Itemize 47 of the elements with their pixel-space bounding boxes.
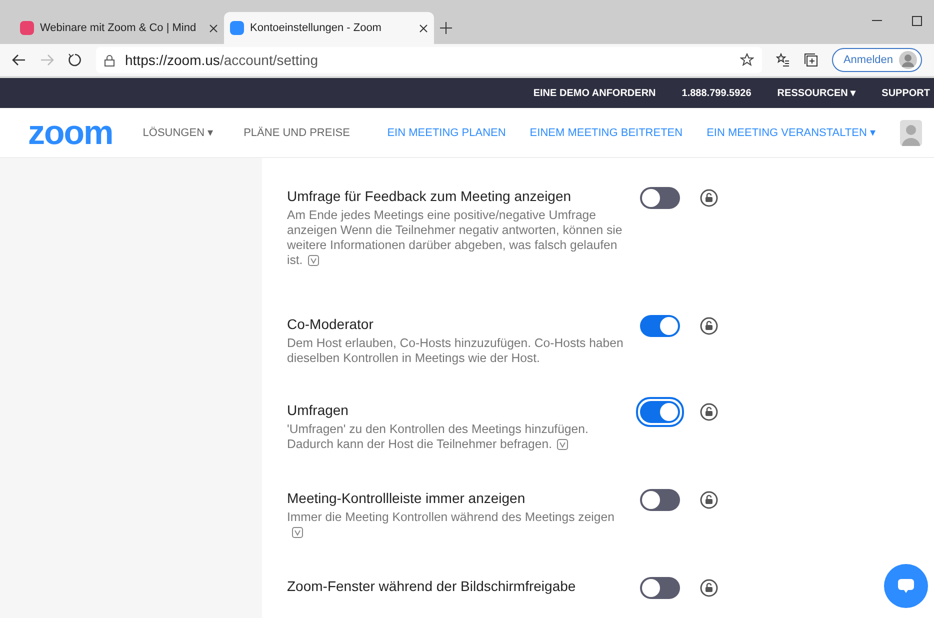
- address-field[interactable]: https://zoom.us/account/setting: [96, 47, 762, 73]
- minimize-icon[interactable]: [872, 20, 882, 22]
- info-icon[interactable]: [557, 439, 568, 450]
- setting-title: Meeting-Kontrollleiste immer anzeigen: [287, 490, 526, 506]
- setting-description: 'Umfragen' zu den Kontrollen des Meetings hinzufügen. Dadurch kann der Host die Teilnehmer befragen.: [287, 422, 590, 452]
- tab-favicon-icon: [20, 21, 34, 35]
- lock-icon[interactable]: [700, 403, 718, 421]
- toggle-switch[interactable]: [640, 315, 680, 337]
- setting-title: Umfrage für Feedback zum Meeting anzeigen: [287, 188, 572, 204]
- setting-description: Immer die Meeting Kontrollen während des Meetings zeigen: [287, 510, 627, 540]
- reload-icon[interactable]: [68, 53, 82, 67]
- setting-title: Zoom-Fenster während der Bildschirmfreigabe: [287, 578, 577, 594]
- setting-title: Co-Moderator: [287, 316, 374, 332]
- collections-icon[interactable]: [804, 53, 818, 67]
- tab-favicon-icon: [230, 21, 244, 35]
- close-icon[interactable]: [419, 24, 428, 32]
- top-nav-link[interactable]: 1.888.799.5926: [682, 88, 752, 98]
- browser-tab[interactable]: Kontoeinstellungen - Zoom: [224, 12, 434, 44]
- lock-icon: [104, 54, 115, 66]
- lock-icon[interactable]: [700, 579, 718, 597]
- favorites-icon[interactable]: [776, 53, 790, 67]
- top-nav-link[interactable]: RESSOURCEN ▾: [777, 87, 856, 99]
- chat-button[interactable]: [884, 564, 928, 608]
- sign-in-button[interactable]: Anmelden: [832, 48, 922, 72]
- setting-description: Dem Host erlauben, Co-Hosts hinzuzufügen. Co-Hosts haben dieselben Kontrollen in Meetings wie der Host.: [287, 336, 624, 366]
- avatar-icon: [899, 51, 917, 69]
- top-nav-link[interactable]: SUPPORT: [882, 88, 930, 98]
- lock-icon[interactable]: [700, 317, 718, 335]
- back-icon[interactable]: [12, 54, 26, 66]
- nav-link[interactable]: PLÄNE UND PREISE: [244, 126, 350, 138]
- star-icon[interactable]: [740, 53, 754, 67]
- setting-description: Am Ende jedes Meetings eine positive/negative Umfrage anzeigen Wenn die Teilnehmer negativ antworten, können sie weitere Informationen darüber abgeben, was falsch gelaufen ist.: [287, 208, 624, 268]
- lock-icon[interactable]: [700, 189, 718, 207]
- info-icon[interactable]: [292, 527, 303, 538]
- lock-icon[interactable]: [700, 491, 718, 509]
- top-nav-link[interactable]: EINE DEMO ANFORDERN: [533, 88, 656, 98]
- maximize-icon[interactable]: [912, 16, 922, 26]
- chat-icon: [898, 578, 914, 594]
- close-icon[interactable]: [209, 24, 218, 32]
- setting-title: Umfragen: [287, 402, 350, 418]
- nav-link[interactable]: LÖSUNGEN ▾: [142, 126, 214, 139]
- info-icon[interactable]: [308, 255, 319, 266]
- new-tab-icon[interactable]: [440, 22, 452, 34]
- browser-tab[interactable]: Webinare mit Zoom & Co | Mind: [14, 12, 224, 44]
- toggle-switch[interactable]: [640, 577, 680, 599]
- toggle-switch[interactable]: [640, 489, 680, 511]
- toggle-switch[interactable]: [640, 187, 680, 209]
